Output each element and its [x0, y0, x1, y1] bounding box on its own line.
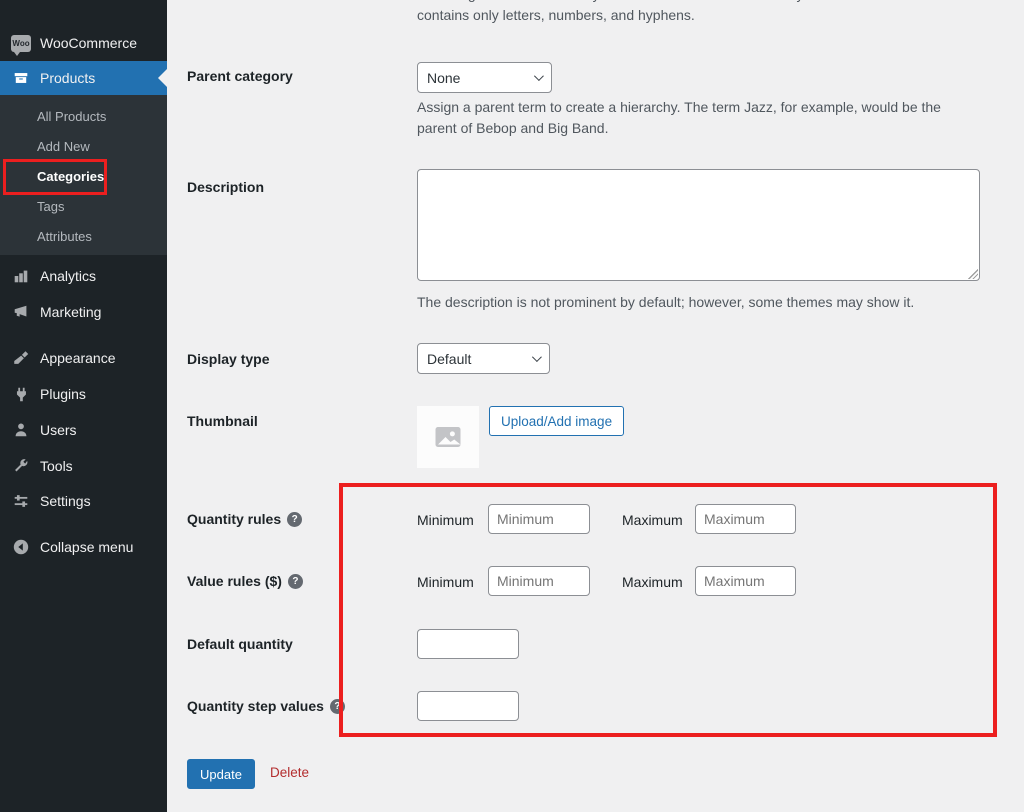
quantity-min-input[interactable]: [488, 504, 590, 534]
thumbnail-placeholder: [417, 406, 479, 468]
parent-category-value: None: [427, 69, 461, 86]
sidebar-item-label: Settings: [40, 493, 91, 509]
parent-category-help: Assign a parent term to create a hierarc…: [417, 99, 941, 136]
delete-link[interactable]: Delete: [270, 765, 309, 780]
category-edit-form: The "slug" is the URL-friendly version o…: [167, 0, 1024, 812]
sidebar-item-label: Users: [40, 422, 77, 438]
value-rules-label: Value rules ($): [187, 573, 282, 589]
quantity-max-label: Maximum: [622, 512, 683, 528]
analytics-icon: [11, 266, 31, 286]
users-icon: [11, 420, 31, 440]
sidebar-item-settings[interactable]: Settings: [0, 483, 167, 519]
appearance-icon: [11, 348, 31, 368]
sidebar-item-all-products[interactable]: All Products: [0, 102, 167, 132]
sidebar-item-label: Plugins: [40, 386, 86, 402]
collapse-arrow-icon: [11, 537, 31, 557]
help-icon[interactable]: ?: [329, 698, 345, 714]
sidebar-item-categories[interactable]: Categories: [0, 162, 167, 192]
help-icon[interactable]: ?: [287, 573, 303, 589]
products-submenu: All Products Add New Categories Tags Att…: [0, 95, 167, 255]
value-max-input[interactable]: [695, 566, 796, 596]
description-textarea[interactable]: [417, 169, 980, 281]
thumbnail-label: Thumbnail: [187, 413, 258, 429]
sidebar-item-appearance[interactable]: Appearance: [0, 340, 167, 376]
help-icon[interactable]: ?: [287, 511, 303, 527]
slug-help-line2: contains only letters, numbers, and hyph…: [417, 7, 695, 23]
quantity-step-label-row: Quantity step values ?: [187, 698, 345, 714]
admin-sidebar: Comments Woo WooCommerce Products All Pr…: [0, 0, 167, 812]
chevron-down-icon: [533, 71, 544, 82]
upload-add-image-button[interactable]: Upload/Add image: [489, 406, 625, 436]
quantity-rules-label-row: Quantity rules ?: [187, 511, 303, 527]
sidebar-item-marketing[interactable]: Marketing: [0, 294, 167, 330]
sidebar-item-label: Tools: [40, 458, 73, 474]
update-button[interactable]: Update: [187, 759, 255, 789]
parent-category-label: Parent category: [187, 68, 293, 84]
sidebar-item-products[interactable]: Products: [0, 61, 167, 95]
sidebar-item-plugins[interactable]: Plugins: [0, 376, 167, 412]
textarea-resize-handle[interactable]: [968, 269, 978, 279]
quantity-step-input[interactable]: [417, 691, 519, 721]
collapse-menu-button[interactable]: Collapse menu: [0, 529, 167, 565]
value-max-label: Maximum: [622, 574, 683, 590]
sidebar-item-users[interactable]: Users: [0, 412, 167, 448]
selected-item-notch: [158, 69, 167, 87]
sidebar-item-analytics[interactable]: Analytics: [0, 258, 167, 294]
value-min-label: Minimum: [417, 574, 474, 590]
sidebar-item-label: Collapse menu: [40, 539, 134, 555]
quantity-step-label: Quantity step values: [187, 698, 324, 714]
products-icon: [11, 68, 31, 88]
parent-category-select[interactable]: None: [417, 62, 552, 93]
value-min-input[interactable]: [488, 566, 590, 596]
quantity-rules-label: Quantity rules: [187, 511, 282, 527]
default-quantity-input[interactable]: [417, 629, 519, 659]
sidebar-item-comments[interactable]: Comments: [0, 0, 167, 7]
sidebar-item-add-new[interactable]: Add New: [0, 132, 167, 162]
sidebar-item-label: Appearance: [40, 350, 116, 366]
sidebar-item-label: WooCommerce: [40, 35, 137, 51]
display-type-value: Default: [427, 350, 472, 367]
image-placeholder-icon: [435, 427, 461, 447]
sidebar-item-tags[interactable]: Tags: [0, 192, 167, 222]
woocommerce-icon: Woo: [11, 33, 31, 56]
sidebar-item-woocommerce[interactable]: Woo WooCommerce: [0, 25, 167, 61]
sidebar-item-label: Analytics: [40, 268, 97, 284]
display-type-select[interactable]: Default: [417, 343, 550, 374]
quantity-max-input[interactable]: [695, 504, 796, 534]
settings-icon: [11, 491, 31, 511]
display-type-label: Display type: [187, 351, 270, 367]
chevron-down-icon: [531, 352, 542, 363]
plugins-icon: [11, 384, 31, 404]
value-rules-label-row: Value rules ($) ?: [187, 573, 303, 589]
sidebar-item-tools[interactable]: Tools: [0, 448, 167, 484]
default-quantity-label: Default quantity: [187, 636, 293, 652]
quantity-min-label: Minimum: [417, 512, 474, 528]
sidebar-item-label: Products: [40, 70, 96, 86]
marketing-icon: [11, 302, 31, 322]
sidebar-item-attributes[interactable]: Attributes: [0, 222, 167, 252]
description-label: Description: [187, 179, 265, 195]
sidebar-item-label: Marketing: [40, 304, 102, 320]
tools-icon: [11, 456, 31, 476]
description-help: The description is not prominent by defa…: [417, 294, 915, 310]
